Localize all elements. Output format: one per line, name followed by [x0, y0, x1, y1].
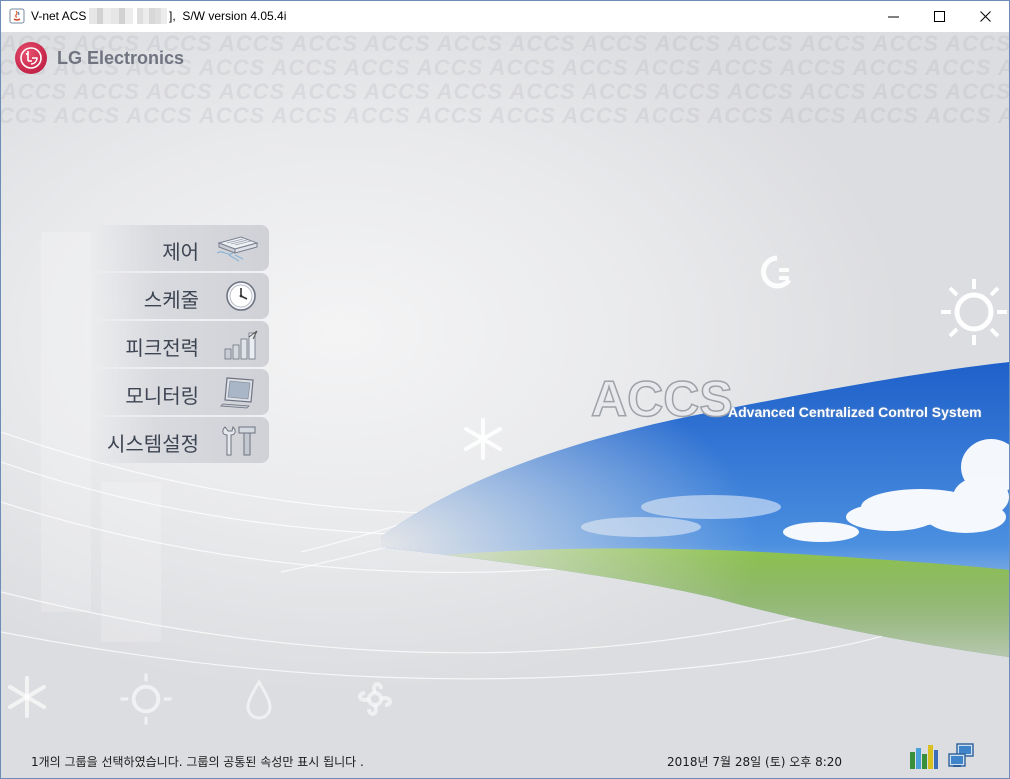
java-app-icon [9, 8, 25, 24]
clock-icon [226, 281, 256, 311]
menu-item-control[interactable]: 제어 [93, 225, 269, 271]
menu-item-label: 시스템설정 [107, 432, 199, 456]
bar-graph-icon [224, 330, 258, 360]
menu-item-schedule[interactable]: 스케줄 [93, 273, 269, 319]
status-message: 1개의 그룹을 선택하였습니다. 그룹의 공통된 속성만 표시 됩니다 . [31, 755, 364, 769]
close-icon [980, 11, 991, 22]
accs-logo-text: ACCS [590, 370, 733, 428]
company-name: LG Electronics [57, 47, 185, 68]
window-title: V-net ACS [31, 9, 87, 23]
bottom-drop-decoration-icon [246, 679, 272, 720]
menu-item-monitoring[interactable]: 모니터링 [93, 369, 269, 415]
sun-decoration-icon [941, 279, 1007, 345]
window-title-version: ], S/W version 4.05.4i [169, 9, 287, 23]
menu-item-system-settings[interactable]: 시스템설정 [93, 417, 269, 463]
redacted-site-id [137, 8, 167, 24]
bottom-snowflake-decoration-icon [8, 676, 46, 718]
close-button[interactable] [963, 1, 1009, 32]
monitor-icon [220, 377, 254, 409]
main-content: ACCS ACCS ACCS ACCS ACCS ACCS ACCS ACCS … [1, 32, 1009, 778]
accs-subtitle: Advanced Centralized Control System [728, 404, 982, 420]
menu-item-peak-power[interactable]: 피크전력 [93, 321, 269, 367]
maximize-icon [934, 11, 945, 22]
menu-item-label: 피크전력 [125, 336, 199, 360]
current-datetime: 2018년 7월 28일 (토) 오후 8:20 [667, 755, 843, 769]
lg-electronics-logo: LG Electronics [15, 42, 184, 74]
air-conditioner-icon [216, 236, 259, 262]
redacted-site-name [89, 8, 133, 24]
main-menu: 제어 스케줄 피크전력 모니터링 시스템설정 [93, 225, 269, 465]
maximize-button[interactable] [917, 1, 963, 32]
minimize-button[interactable] [871, 1, 917, 32]
menu-item-label: 스케줄 [143, 288, 199, 312]
menu-item-label: 제어 [162, 240, 199, 264]
minimize-icon [888, 16, 899, 18]
peak-power-status-icon[interactable] [909, 742, 939, 770]
tools-icon [222, 426, 256, 456]
lg-logo-icon [15, 42, 47, 74]
bottom-sun-decoration-icon [120, 673, 172, 725]
application-window: V-net ACS ], S/W version 4.05.4i ACCS AC… [0, 0, 1010, 779]
title-bar[interactable]: V-net ACS ], S/W version 4.05.4i [1, 1, 1009, 32]
menu-item-label: 모니터링 [125, 384, 199, 408]
fan-decoration-icon [761, 255, 792, 289]
network-status-icon[interactable] [947, 742, 975, 770]
